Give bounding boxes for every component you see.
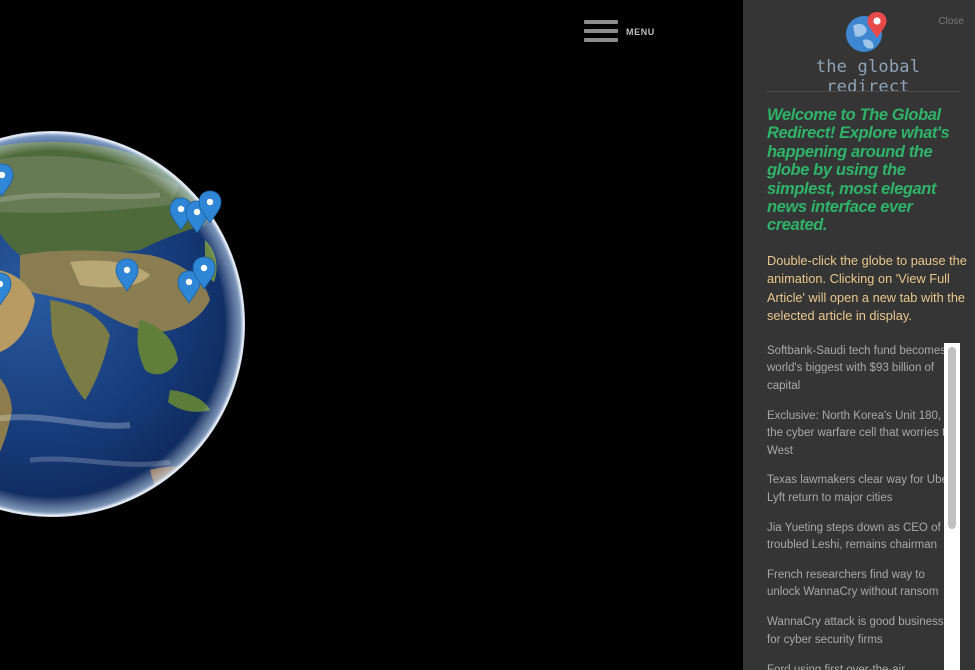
article-list[interactable]: Softbank-Saudi tech fund becomes world's… [767, 343, 959, 670]
globe-pin-logo-icon [846, 12, 887, 52]
article-item[interactable]: Exclusive: North Korea's Unit 180, the c… [767, 408, 959, 460]
app-stage: MENU Close the global redirect Welcome t… [0, 0, 975, 670]
instructions-text: Double-click the globe to pause the anim… [767, 253, 967, 323]
scrollbar-thumb[interactable] [948, 347, 956, 529]
menu-label[interactable]: MENU [626, 27, 655, 37]
article-item[interactable]: French researchers find way to unlock Wa… [767, 567, 959, 602]
globe-canvas[interactable] [0, 0, 743, 670]
divider [767, 91, 960, 92]
article-item[interactable]: WannaCry attack is good business for cyb… [767, 614, 959, 649]
menu-button[interactable]: MENU [584, 19, 655, 45]
article-item[interactable]: Jia Yueting steps down as CEO of trouble… [767, 520, 959, 555]
logo: the global redirect [783, 10, 953, 97]
article-item[interactable]: Softbank-Saudi tech fund becomes world's… [767, 343, 959, 395]
article-item[interactable]: Texas lawmakers clear way for Uber, Lyft… [767, 472, 959, 507]
article-item[interactable]: Ford using first over-the-air [767, 662, 959, 670]
article-list-scrollbar[interactable] [944, 343, 960, 670]
welcome-message: Welcome to The Global Redirect! Explore … [767, 106, 950, 235]
sidebar-panel: Close the global redirect Welcome to The… [743, 0, 975, 670]
hamburger-icon[interactable] [584, 19, 618, 45]
